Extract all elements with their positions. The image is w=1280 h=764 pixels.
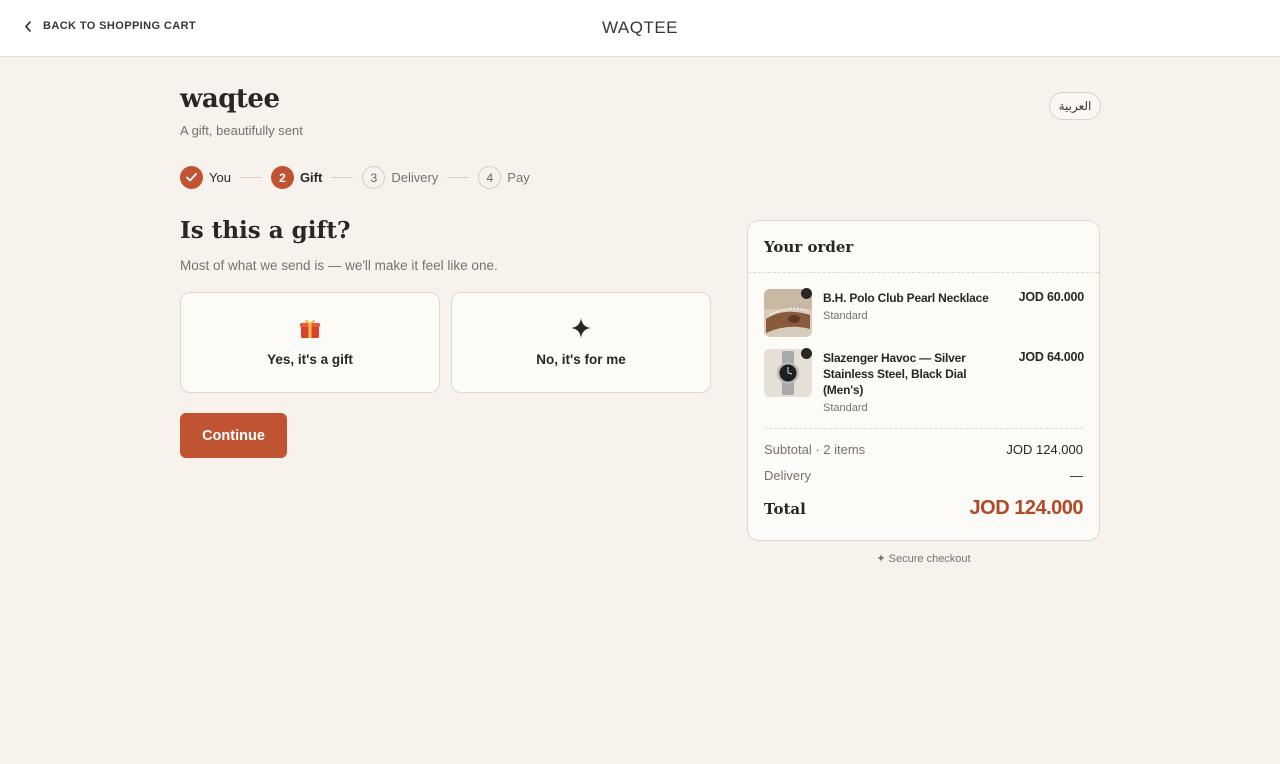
delivery-value: — xyxy=(1070,468,1083,483)
delivery-row: Delivery — xyxy=(764,468,1083,483)
gift-no-option[interactable]: No, it's for me xyxy=(451,292,711,393)
item-variant: Standard xyxy=(823,310,868,322)
step-pay[interactable]: 4 Pay xyxy=(478,166,530,189)
continue-button[interactable]: Continue xyxy=(180,413,287,458)
step-you[interactable]: You xyxy=(180,166,231,189)
gift-icon xyxy=(298,315,322,341)
subtotal-value: JOD 124.000 xyxy=(1006,442,1083,457)
page-subtitle: Most of what we send is — we'll make it … xyxy=(180,258,498,273)
item-info: Slazenger Havoc — Silver Stainless Steel… xyxy=(823,350,993,416)
step-connector xyxy=(331,177,354,178)
divider xyxy=(748,272,1099,273)
step-gift[interactable]: 2 Gift xyxy=(270,166,323,189)
item-price: JOD 64.000 xyxy=(1018,350,1085,364)
subtotal-row: Subtotal · 2 items JOD 124.000 xyxy=(764,442,1083,457)
divider xyxy=(764,428,1083,429)
page-title: Is this a gift? xyxy=(180,217,351,244)
step-label: You xyxy=(209,170,231,185)
delivery-label: Delivery xyxy=(764,468,811,483)
step-connector xyxy=(239,177,262,178)
total-value: JOD 124.000 xyxy=(969,497,1084,519)
item-info: B.H. Polo Club Pearl Necklace Standard xyxy=(823,290,993,324)
top-bar: BACK TO SHOPPING CART WAQTEE xyxy=(0,0,1280,57)
item-name: B.H. Polo Club Pearl Necklace xyxy=(823,291,989,305)
step-connector xyxy=(447,177,470,178)
step-done-check-icon xyxy=(180,166,203,189)
step-label: Delivery xyxy=(391,170,439,185)
brand-logo: waqtee xyxy=(180,84,280,114)
gift-yes-option[interactable]: Yes, it's a gift xyxy=(180,292,440,393)
total-label: Total xyxy=(764,500,806,518)
total-row: Total JOD 124.000 xyxy=(764,497,1084,520)
step-number: 3 xyxy=(362,166,386,189)
order-summary-title: Your order xyxy=(764,238,854,256)
item-variant: Standard xyxy=(823,402,868,414)
step-number: 2 xyxy=(270,166,294,189)
option-label: No, it's for me xyxy=(536,352,626,367)
order-summary-panel: Your order B.H. Polo Club Pearl Necklace… xyxy=(747,220,1100,541)
item-badge xyxy=(801,348,812,359)
store-name: WAQTEE xyxy=(601,18,679,37)
step-delivery[interactable]: 3 Delivery xyxy=(362,166,438,189)
secure-checkout-note: ✦ Secure checkout xyxy=(876,553,971,565)
checkout-stepper: You 2 Gift 3 Delivery 4 Pay xyxy=(180,166,530,189)
item-price: JOD 60.000 xyxy=(1018,290,1085,304)
language-toggle-button[interactable]: العربية xyxy=(1049,92,1101,120)
step-label: Pay xyxy=(507,170,530,185)
sparkle-icon xyxy=(571,315,591,341)
step-label: Gift xyxy=(299,170,323,185)
item-badge xyxy=(801,288,812,299)
option-label: Yes, it's a gift xyxy=(267,352,353,367)
brand-tagline: A gift, beautifully sent xyxy=(180,123,303,138)
subtotal-label: Subtotal · 2 items xyxy=(764,442,866,457)
step-number: 4 xyxy=(478,166,502,189)
item-name: Slazenger Havoc — Silver Stainless Steel… xyxy=(823,351,967,397)
